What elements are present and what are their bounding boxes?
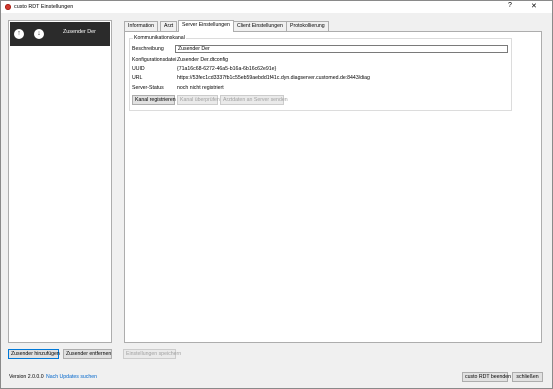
close-button[interactable]: schließen: [512, 372, 543, 382]
title-bar: custo RDT Einstellungen ? ✕: [1, 1, 552, 13]
tab-server-settings[interactable]: Server Einstellungen: [178, 20, 234, 32]
window-title: custo RDT Einstellungen: [14, 4, 74, 10]
list-item-label: Zusender Der: [63, 29, 96, 35]
tab-client-settings[interactable]: Client Einstellungen: [233, 21, 287, 31]
tab-information[interactable]: Information: [124, 21, 158, 31]
app-logo-icon: [5, 4, 11, 10]
server-status-value: noch nicht registriert: [177, 85, 224, 91]
tab-arzt[interactable]: Arzt: [160, 21, 178, 31]
arrow-down-icon[interactable]: ↓: [34, 29, 44, 39]
uuid-value: {71a16c68-6272-46a5-b16a-6b16c62e91e}: [177, 66, 277, 72]
remove-sender-button[interactable]: Zusender entfernen: [63, 349, 112, 359]
url-label: URL: [132, 75, 143, 81]
url-value: https://53fec1cd3337fb1c55eb59aebdd1f41c…: [177, 75, 370, 81]
description-label: Beschreibung: [132, 46, 164, 52]
sender-list[interactable]: ↑ ↓ Zusender Der: [8, 20, 112, 343]
config-file-label: Konfigurationsdatei: [132, 57, 177, 63]
tab-logging[interactable]: Protokollierung: [286, 21, 329, 31]
group-title: Kommunikationskanal: [133, 35, 186, 41]
uuid-label: UUID: [132, 66, 145, 72]
quit-app-button[interactable]: custo RDT beenden: [462, 372, 511, 382]
list-item-selected[interactable]: ↑ ↓ Zusender Der: [10, 22, 110, 46]
register-channel-button[interactable]: Kanal registrieren: [132, 95, 176, 105]
add-sender-button[interactable]: Zusender hinzufügen: [8, 349, 60, 359]
server-status-label: Server-Status: [132, 85, 164, 91]
config-file-value: Zusender Der.dtconfig: [177, 57, 229, 63]
description-input[interactable]: Zusender Der: [175, 45, 508, 53]
close-window-button[interactable]: ✕: [531, 2, 537, 10]
arrow-up-icon[interactable]: ↑: [14, 29, 24, 39]
send-doctor-data-button[interactable]: Arztdaten an Server senden: [220, 95, 288, 105]
settings-window: custo RDT Einstellungen ? ✕ ↑ ↓ Zusender…: [0, 0, 553, 389]
check-channel-button[interactable]: Kanal überprüfen: [177, 95, 220, 105]
help-button[interactable]: ?: [508, 2, 512, 9]
check-updates-link[interactable]: Nach Updates suchen: [46, 374, 97, 380]
save-settings-button[interactable]: Einstellungen speichern: [123, 349, 181, 359]
version-label: Version 2.0.0.0: [9, 374, 44, 380]
